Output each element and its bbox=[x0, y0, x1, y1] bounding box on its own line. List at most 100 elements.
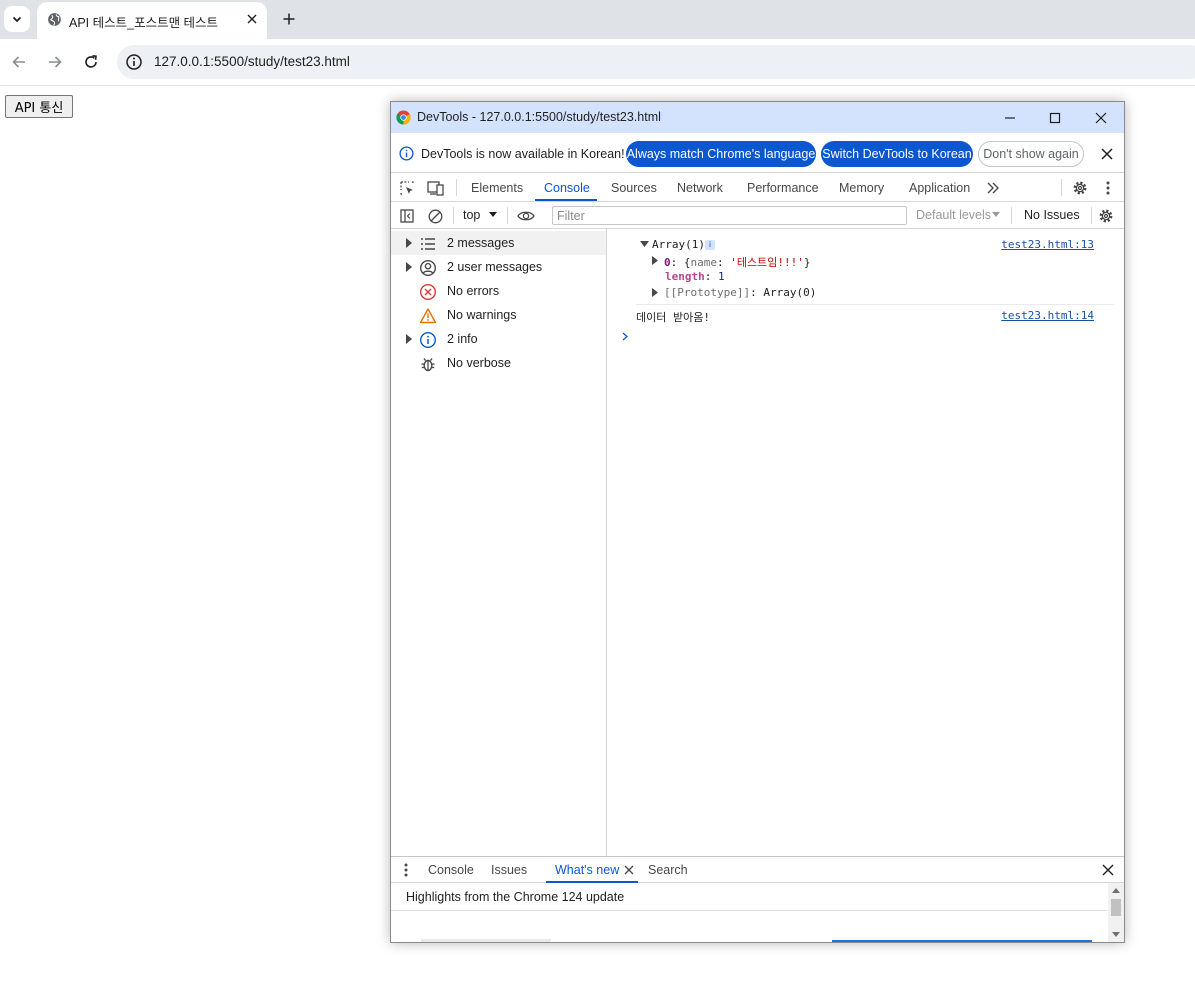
console-prompt[interactable] bbox=[622, 329, 1102, 345]
video-banner-clipped[interactable] bbox=[832, 940, 1092, 942]
caret-down-icon bbox=[640, 241, 649, 247]
toggle-sidebar-button[interactable] bbox=[398, 207, 416, 225]
source-link[interactable]: test23.html:14 bbox=[1001, 309, 1094, 322]
context-selector[interactable]: top bbox=[463, 208, 480, 222]
scroll-up-icon[interactable] bbox=[1112, 887, 1120, 893]
more-vertical-icon bbox=[1106, 181, 1110, 195]
arrow-left-icon bbox=[12, 56, 25, 68]
property-key: name bbox=[690, 256, 718, 269]
device-toolbar-button[interactable] bbox=[426, 179, 446, 197]
issues-counter[interactable]: No Issues bbox=[1024, 208, 1080, 222]
drawer-tab-issues[interactable]: Issues bbox=[491, 857, 527, 883]
bug-icon bbox=[421, 358, 435, 372]
devtools-main-tabs: Elements Console Sources Network Perform… bbox=[391, 173, 1124, 202]
tab-console[interactable]: Console bbox=[544, 173, 590, 202]
browser-tab[interactable]: API 테스트_포스트맨 테스트 bbox=[37, 2, 267, 39]
console-settings-button[interactable] bbox=[1097, 207, 1115, 225]
switch-to-korean-button[interactable]: Switch DevTools to Korean bbox=[821, 141, 973, 167]
live-expression-button[interactable] bbox=[515, 207, 537, 225]
sidebar-item-user-messages[interactable]: 2 user messages bbox=[391, 255, 606, 279]
customize-menu-button[interactable] bbox=[1099, 179, 1117, 197]
drawer-tab-whats-new[interactable]: What's new bbox=[555, 857, 619, 883]
sidebar-item-errors[interactable]: No errors bbox=[391, 279, 606, 303]
close-tab-icon[interactable] bbox=[243, 10, 261, 28]
sidebar-item-label: No warnings bbox=[447, 308, 517, 322]
double-chevron-right-icon bbox=[987, 182, 999, 194]
settings-button[interactable] bbox=[1071, 179, 1089, 197]
tab-network[interactable]: Network bbox=[677, 173, 723, 202]
object-close-brace: } bbox=[803, 256, 811, 269]
forward-button[interactable] bbox=[44, 51, 66, 73]
filter-input[interactable]: Filter bbox=[552, 206, 907, 225]
caret-right-icon bbox=[406, 262, 412, 272]
api-call-button[interactable]: API 통신 bbox=[5, 95, 73, 118]
address-bar[interactable]: 127.0.0.1:5500/study/test23.html bbox=[117, 45, 1195, 79]
toolbar-divider bbox=[1011, 207, 1012, 224]
toolbar-divider bbox=[453, 207, 454, 224]
property-key: [[Prototype]] bbox=[664, 286, 751, 299]
console-log-row[interactable]: Array(1) i test23.html:13 bbox=[608, 237, 1124, 253]
sidebar-item-messages[interactable]: 2 messages bbox=[391, 231, 606, 255]
close-tab-icon[interactable] bbox=[624, 865, 634, 875]
close-infobar-icon[interactable] bbox=[1099, 146, 1115, 162]
object-property-row[interactable]: [[Prototype]]: Array(0) bbox=[608, 285, 1124, 301]
sidebar-item-label: 2 messages bbox=[447, 236, 515, 250]
object-property-row[interactable]: 0: {name: '테스트임!!!'} bbox=[608, 253, 1124, 269]
caret-right-icon bbox=[406, 238, 412, 248]
sidebar-item-warnings[interactable]: No warnings bbox=[391, 303, 606, 327]
info-badge-icon[interactable]: i bbox=[705, 240, 715, 250]
reload-icon bbox=[85, 55, 97, 68]
scroll-down-icon[interactable] bbox=[1112, 932, 1120, 938]
tab-search-button[interactable] bbox=[4, 6, 30, 32]
devtools-titlebar: DevTools - 127.0.0.1:5500/study/test23.h… bbox=[391, 102, 1124, 133]
block-icon bbox=[428, 209, 442, 223]
console-log-row[interactable]: 데이터 받아옴! test23.html:14 bbox=[608, 308, 1124, 324]
toolbar-divider bbox=[507, 207, 508, 224]
scrollbar-thumb[interactable] bbox=[1111, 899, 1121, 916]
tab-application[interactable]: Application bbox=[909, 173, 970, 202]
tab-elements[interactable]: Elements bbox=[471, 173, 523, 202]
maximize-button[interactable] bbox=[1040, 106, 1070, 130]
scrollbar[interactable] bbox=[1108, 883, 1124, 942]
console-sidebar: 2 messages 2 user messages No errors No … bbox=[391, 229, 607, 856]
clear-console-button[interactable] bbox=[426, 207, 444, 225]
toolbar-divider bbox=[1061, 179, 1062, 196]
close-drawer-icon[interactable] bbox=[1102, 864, 1114, 876]
devtools-window-title: DevTools - 127.0.0.1:5500/study/test23.h… bbox=[417, 110, 661, 124]
log-message: 데이터 받아옴! bbox=[636, 311, 710, 324]
object-property-row: length: 1 bbox=[608, 269, 1124, 285]
toolbar-divider bbox=[1091, 207, 1092, 224]
prompt-chevron-icon bbox=[622, 332, 628, 341]
warning-icon bbox=[419, 308, 437, 324]
tab-sources[interactable]: Sources bbox=[611, 173, 657, 202]
gear-icon bbox=[1073, 181, 1087, 195]
site-info-icon[interactable] bbox=[125, 53, 143, 71]
minimize-button[interactable] bbox=[995, 106, 1025, 130]
always-match-language-button[interactable]: Always match Chrome's language bbox=[626, 141, 816, 167]
sidebar-item-label: No verbose bbox=[447, 356, 511, 370]
sidebar-item-label: 2 info bbox=[447, 332, 478, 346]
object-open-brace: { bbox=[683, 256, 691, 269]
drawer-tab-search[interactable]: Search bbox=[648, 857, 688, 883]
minimize-icon bbox=[1005, 117, 1015, 119]
tab-memory[interactable]: Memory bbox=[839, 173, 884, 202]
tab-title: API 테스트_포스트맨 테스트 bbox=[69, 16, 219, 30]
sidebar-item-info[interactable]: 2 info bbox=[391, 327, 606, 351]
list-icon bbox=[421, 238, 435, 250]
sidebar-item-verbose[interactable]: No verbose bbox=[391, 351, 606, 375]
property-index: 0 bbox=[664, 256, 671, 269]
chevron-down-icon bbox=[12, 16, 22, 23]
tab-performance[interactable]: Performance bbox=[747, 173, 819, 202]
inspect-element-button[interactable] bbox=[398, 179, 416, 197]
source-link[interactable]: test23.html:13 bbox=[1001, 238, 1094, 251]
log-levels-dropdown[interactable]: Default levels bbox=[916, 208, 991, 222]
back-button[interactable] bbox=[8, 51, 30, 73]
drawer-menu-button[interactable] bbox=[399, 862, 413, 878]
more-tabs-button[interactable] bbox=[984, 179, 1002, 197]
property-key: length bbox=[665, 270, 705, 283]
reload-button[interactable] bbox=[80, 51, 102, 73]
new-tab-button[interactable] bbox=[278, 8, 300, 30]
dont-show-again-button[interactable]: Don't show again bbox=[978, 141, 1084, 167]
drawer-tab-console[interactable]: Console bbox=[428, 857, 474, 883]
close-window-button[interactable] bbox=[1086, 106, 1116, 130]
